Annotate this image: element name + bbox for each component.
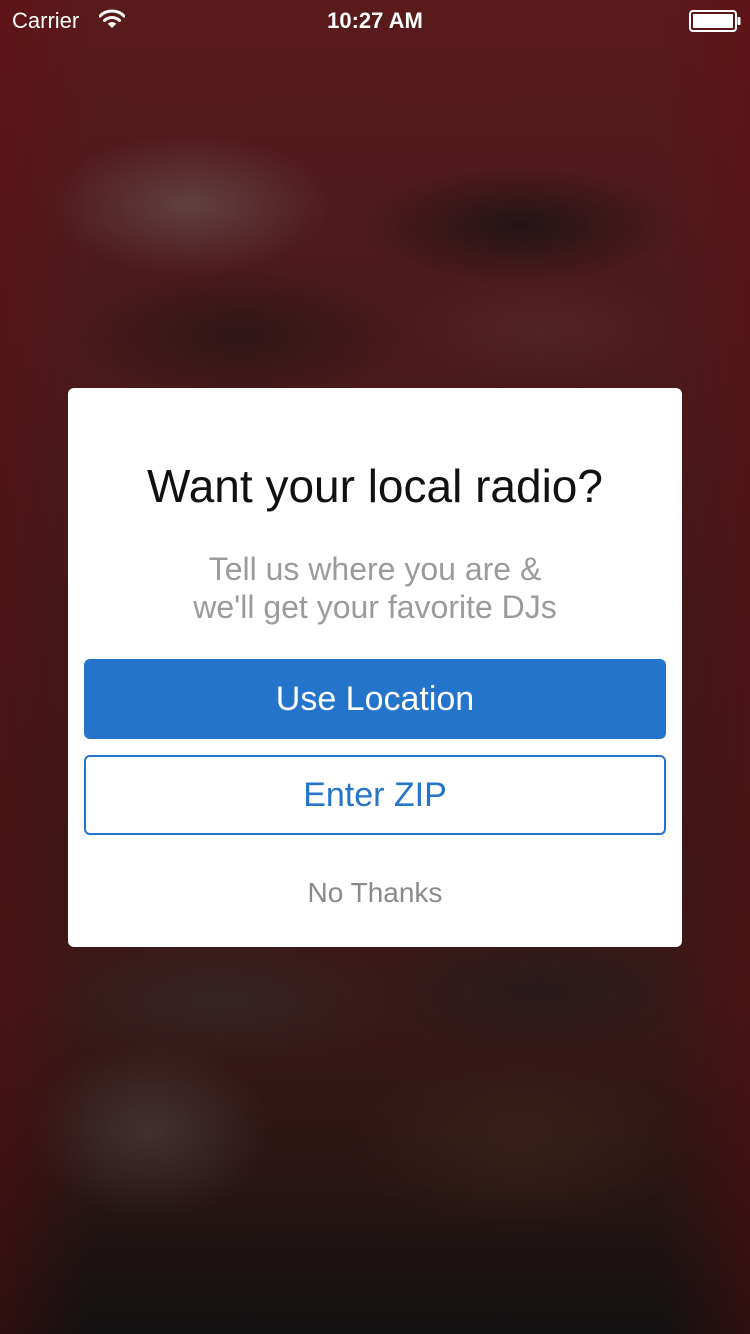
use-location-button[interactable]: Use Location — [84, 659, 666, 739]
dialog-subtitle-line-1: Tell us where you are & — [208, 551, 542, 587]
status-time: 10:27 AM — [327, 8, 423, 33]
battery-icon — [689, 10, 741, 32]
status-bar: Carrier 10:27 AM — [0, 0, 750, 40]
dialog-subtitle: Tell us where you are & we'll get your f… — [0, 550, 750, 626]
dialog-subtitle-line-2: we'll get your favorite DJs — [193, 589, 557, 625]
enter-zip-button[interactable]: Enter ZIP — [84, 755, 666, 835]
no-thanks-button[interactable]: No Thanks — [200, 868, 550, 918]
dialog-title: Want your local radio? — [147, 460, 603, 512]
